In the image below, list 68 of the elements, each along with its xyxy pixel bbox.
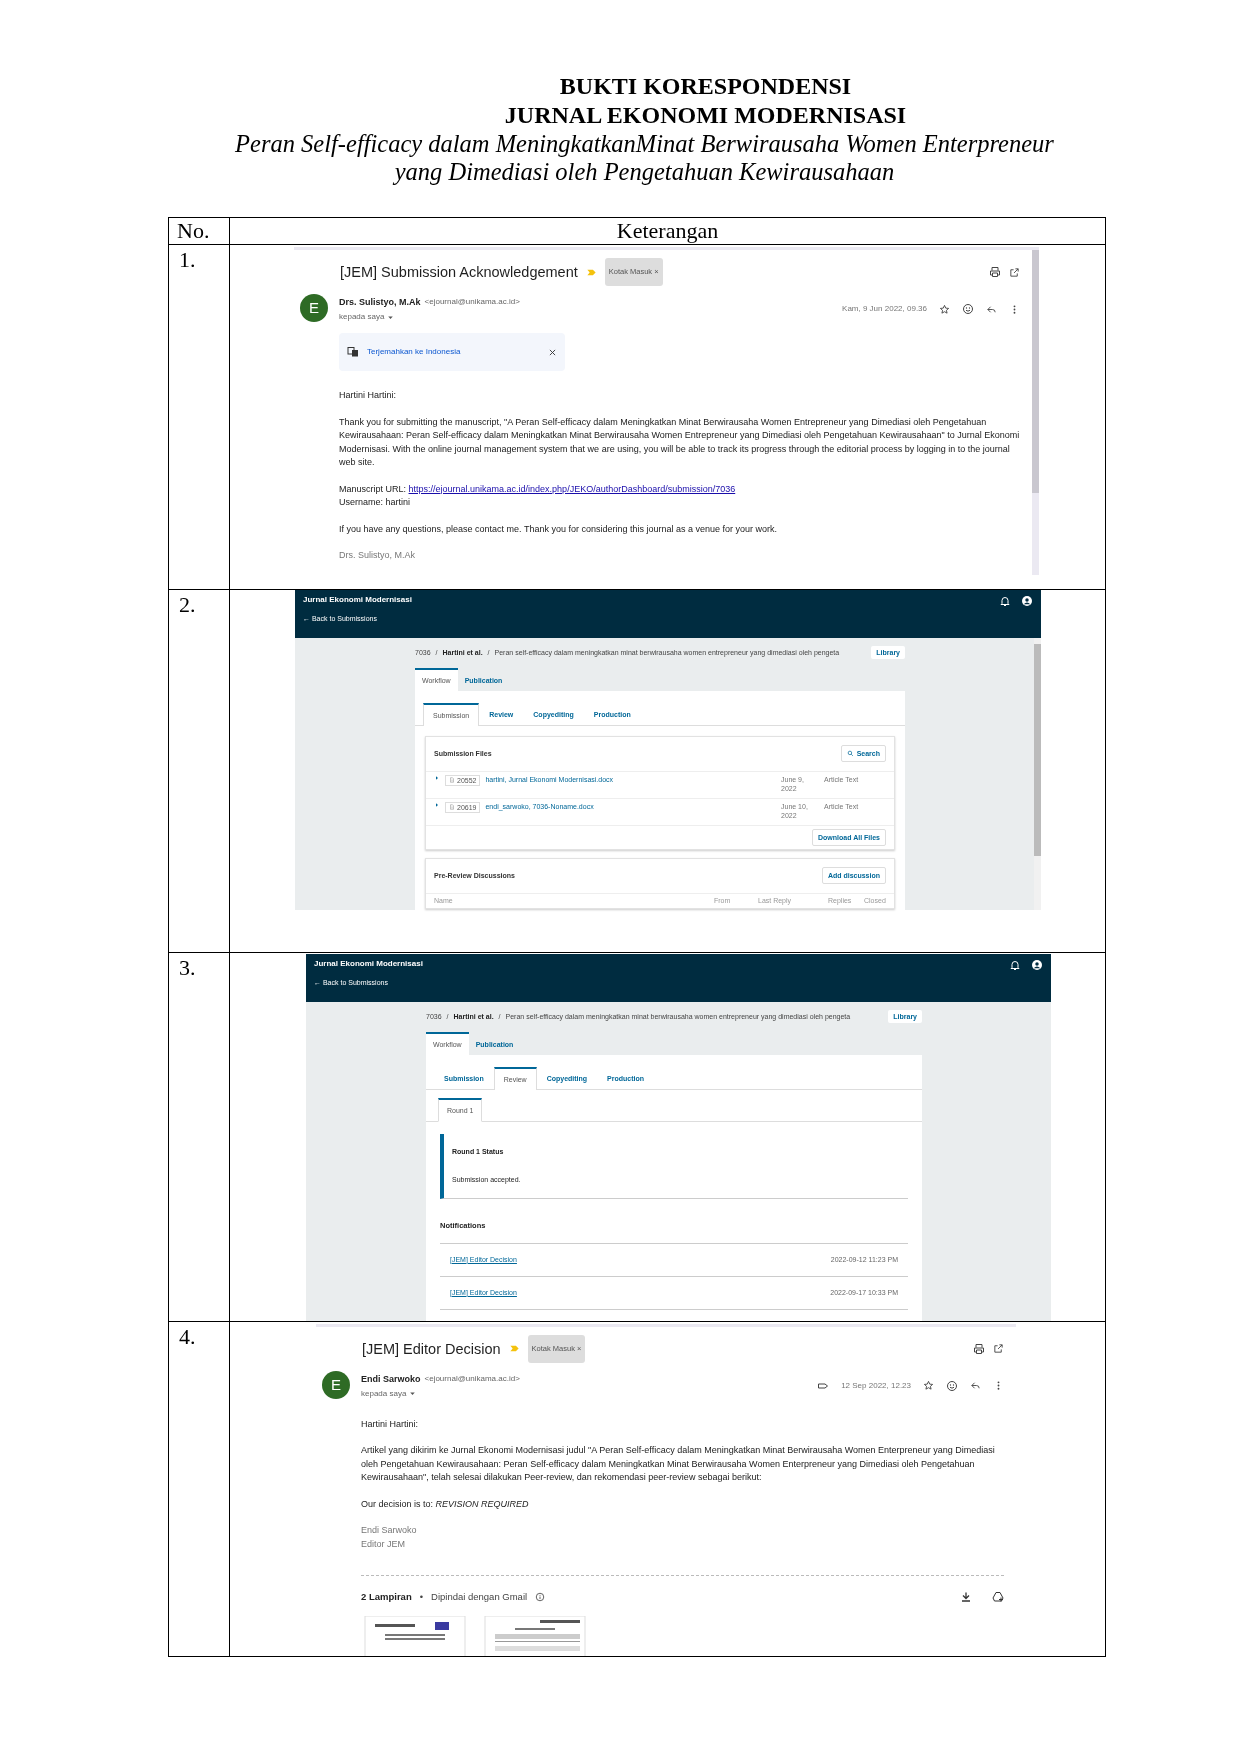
email-date: Kam, 9 Jun 2022, 09.36: [842, 303, 927, 315]
translate-bar[interactable]: Terjemahkan ke Indonesia: [339, 333, 565, 371]
add-to-drive-icon[interactable]: [992, 1591, 1004, 1603]
email-paragraph: Thank you for submitting the manuscript, "A Peran Self-efficacy dalam Meningkatkan Minat Berwirausaha Women Entrepreneur yang Dimediasi oleh Pengetahuan Kewirausahaan: Peran Self-efficacy dalam Meningkatkan Minat Berwirausaha Women Entrepreneur yang Dimediasi oleh Pengetahuan Kewirausahaan" to Jurnal Ekonomi Modernisasi. With the online journal management system that we are using, you will be able to track its progress through the editorial process by logging in to the journal web site.: [339, 415, 1020, 469]
document-subtitle: yang Dimediasi oleh Pengetahuan Kewirausahaan: [394, 158, 895, 186]
expand-icon[interactable]: [434, 774, 440, 781]
expand-icon[interactable]: [434, 801, 440, 808]
open-in-new-icon[interactable]: [993, 1343, 1004, 1354]
document-title: BUKTI KORESPONDENSI: [559, 72, 852, 101]
document-subtitle: Peran Self-efficacy dalam MeningkatkanMinat Berwirausaha Women Enterpreneur: [235, 130, 1054, 158]
user-icon[interactable]: [1021, 594, 1033, 607]
sender-avatar: E: [300, 294, 328, 322]
file-icon: [449, 804, 455, 810]
document-title: JURNAL EKONOMI MODERNISASI: [504, 101, 907, 130]
row-number: 4.: [179, 1323, 196, 1350]
scrollbar[interactable]: [1032, 250, 1039, 575]
email-subject: [JEM] Submission Acknowledgement: [340, 263, 578, 282]
email-paragraph: Hartini Hartini:: [339, 389, 397, 402]
signature-text: Editor JEM: [361, 1537, 406, 1551]
bell-icon[interactable]: [999, 594, 1011, 607]
print-icon[interactable]: [973, 1342, 985, 1355]
sender-avatar: E: [322, 1370, 350, 1399]
star-icon[interactable]: [939, 303, 950, 315]
signature-text: Endi Sarwoko: [361, 1524, 418, 1537]
email-paragraph: Username: hartini: [339, 496, 412, 509]
caret-icon[interactable]: [408, 1389, 418, 1398]
download-icon[interactable]: [960, 1591, 972, 1603]
column-header: No.: [177, 218, 210, 243]
search-icon: [846, 750, 854, 757]
row-number: 1.: [179, 247, 196, 273]
email-date: 12 Sep 2022, 12.23: [841, 1379, 911, 1392]
attachment-count: 2 Lampiran: [361, 1590, 412, 1604]
star-icon[interactable]: [923, 1380, 934, 1391]
bell-icon[interactable]: [1009, 958, 1021, 971]
scan-note: Dipindai dengan Gmail: [431, 1590, 528, 1604]
column-header: Keterangan: [616, 218, 719, 243]
emoji-icon[interactable]: [962, 303, 974, 315]
file-icon: [449, 777, 455, 783]
separator-dot: •: [419, 1590, 423, 1604]
print-icon[interactable]: [989, 266, 1001, 278]
sender-name: Drs. Sulistyo, M.Ak: [339, 296, 421, 308]
signature-text: Drs. Sulistyo, M.Ak: [339, 549, 416, 562]
translate-link[interactable]: Terjemahkan ke Indonesia: [367, 339, 540, 365]
info-icon[interactable]: [535, 1592, 546, 1602]
open-in-new-icon[interactable]: [1009, 266, 1020, 278]
recipient-text: kepada saya: [361, 1387, 407, 1400]
email-paragraph: Artikel yang dikirim ke Jurnal Ekonomi Modernisasi judul "A Peran Self-efficacy dalam Meningkatkan Minat Berwirausaha Women Enterpreneur yang Dimediasi oleh Pengetahuan Kewirausahaan: Peran Self-efficacy dalam Meningkatkan Minat Berwirausaha Women Enterpreneur yang Dimediasi oleh Pengetahuan Kewirausahaan", telah selesai dilakukan Peer-review, dan rekomendasi peer-review sebagai berikut:: [361, 1444, 996, 1484]
email-paragraph: Hartini Hartini:: [361, 1417, 419, 1431]
site-title: Jurnal Ekonomi Modernisasi: [303, 594, 412, 605]
sender-name: Endi Sarwoko: [361, 1372, 421, 1385]
sender-address: <ejournal@unikama.ac.id>: [424, 296, 520, 308]
important-label-icon: [508, 1343, 520, 1354]
url-label: Manuscript URL:: [339, 483, 408, 494]
recipient-text: kepada saya: [339, 311, 385, 323]
site-title: Jurnal Ekonomi Modernisasi: [314, 958, 423, 969]
email-paragraph: If you have any questions, please contact me. Thank you for considering this journal as a venue for your work.: [339, 522, 779, 536]
emoji-icon[interactable]: [946, 1379, 958, 1392]
translate-icon: [347, 346, 359, 358]
row-number: 2.: [179, 591, 196, 618]
close-icon[interactable]: [548, 347, 557, 357]
manuscript-link[interactable]: https://ejournal.unikama.ac.id/index.php/JEKO/authorDashboard/submission/7036: [408, 483, 736, 494]
user-icon[interactable]: [1031, 958, 1043, 971]
reply-icon[interactable]: [970, 1380, 981, 1391]
email-paragraph: Our decision is to: REVISION REQUIRED: [361, 1497, 530, 1511]
sender-address: <ejournal@unikama.ac.id>: [424, 1372, 520, 1385]
scrollbar[interactable]: [1034, 637, 1041, 910]
row-number: 3.: [179, 954, 196, 981]
email-subject: [JEM] Editor Decision: [362, 1339, 501, 1359]
